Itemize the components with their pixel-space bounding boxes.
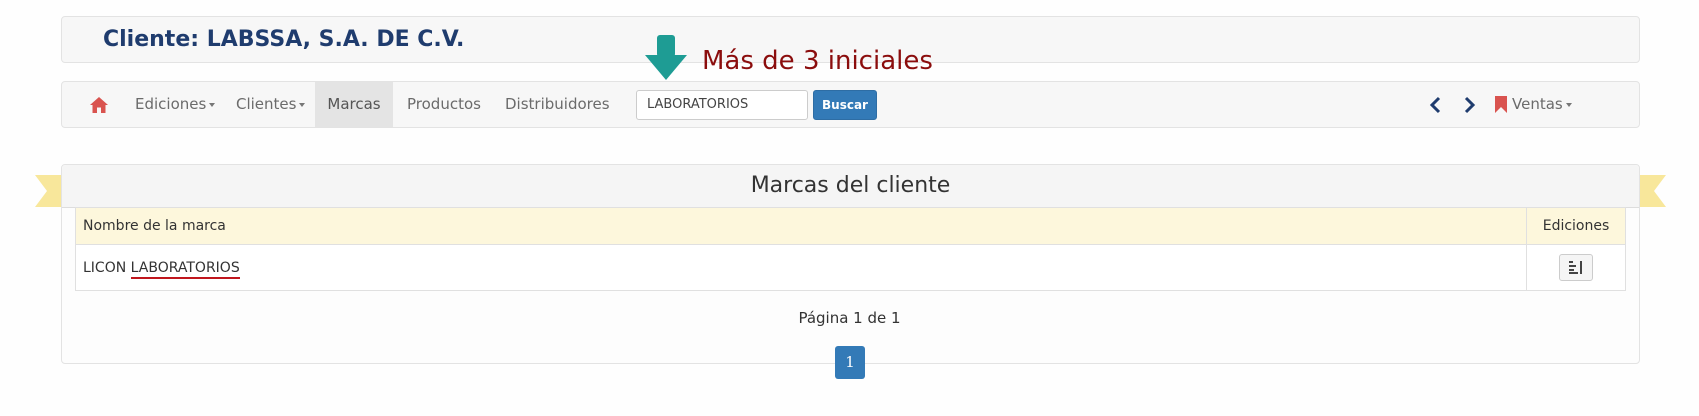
caret-down-icon: [1565, 102, 1572, 107]
nav-home[interactable]: [89, 82, 113, 127]
editions-cell: [1526, 244, 1626, 291]
nav-distribuidores-label: Distribuidores: [505, 95, 610, 113]
brands-panel: Marcas del cliente Nombre de la marca Ed…: [61, 164, 1640, 364]
nav-distribuidores[interactable]: Distribuidores: [505, 82, 610, 127]
ribbon-right: [1638, 175, 1666, 207]
navbar: Ediciones Clientes Marcas Productos Dist…: [61, 81, 1640, 128]
column-header-brand: Nombre de la marca: [75, 207, 1527, 245]
nav-marcas-label: Marcas: [327, 95, 381, 113]
chevron-left-icon[interactable]: [1428, 96, 1444, 114]
caret-down-icon: [299, 102, 306, 107]
nav-productos[interactable]: Productos: [407, 82, 481, 127]
caret-down-icon: [209, 102, 216, 107]
search-button[interactable]: Buscar: [813, 90, 877, 120]
column-header-editions: Ediciones: [1526, 207, 1626, 245]
pagination-info: Página 1 de 1: [798, 309, 901, 327]
nav-ediciones[interactable]: Ediciones: [135, 82, 216, 127]
nav-ventas-label: Ventas: [1512, 95, 1563, 113]
ribbon-left: [35, 175, 63, 207]
brand-name-prefix: LICON: [83, 259, 127, 276]
editions-button[interactable]: [1559, 254, 1593, 281]
brands-header: Marcas del cliente: [62, 165, 1639, 208]
nav-clientes[interactable]: Clientes: [236, 82, 306, 127]
home-icon: [90, 96, 108, 113]
brand-name-cell: LICON LABORATORIOS: [75, 244, 1527, 291]
brands-title: Marcas del cliente: [750, 173, 951, 198]
nav-productos-label: Productos: [407, 95, 481, 113]
page-button[interactable]: 1: [835, 346, 865, 379]
nav-ventas[interactable]: Ventas: [1495, 82, 1572, 127]
nav-clientes-label: Clientes: [236, 95, 297, 113]
hint-text: Más de 3 iniciales: [702, 46, 933, 76]
bookmark-icon: [1495, 96, 1507, 113]
nav-ediciones-label: Ediciones: [135, 95, 207, 113]
nav-marcas[interactable]: Marcas: [315, 82, 393, 127]
client-title: Cliente: LABSSA, S.A. DE C.V.: [103, 27, 465, 52]
brand-name-match: LABORATORIOS: [130, 259, 240, 279]
search-input[interactable]: LABORATORIOS: [636, 90, 808, 120]
down-arrow-icon: [645, 35, 687, 80]
table-header-row: Nombre de la marca Ediciones: [75, 207, 1626, 245]
list-icon: [1569, 260, 1582, 274]
chevron-right-icon[interactable]: [1461, 96, 1477, 114]
table-row: LICON LABORATORIOS: [75, 244, 1626, 291]
brands-table: Nombre de la marca Ediciones LICON LABOR…: [75, 207, 1626, 291]
